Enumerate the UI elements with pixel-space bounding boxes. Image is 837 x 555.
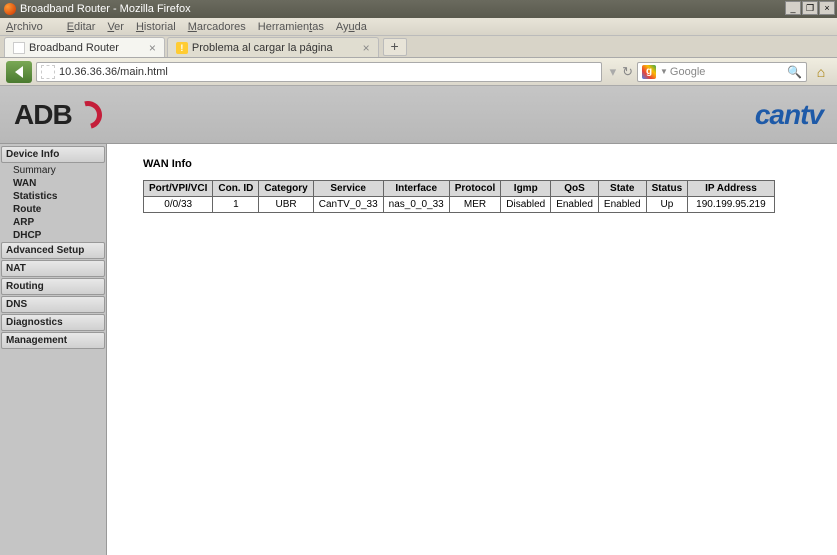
col-header: Interface <box>383 181 449 197</box>
back-button[interactable] <box>6 61 32 83</box>
content-pane: WAN Info Port/VPI/VCICon. IDCategoryServ… <box>106 144 837 555</box>
nav-header-dns[interactable]: DNS <box>1 296 105 313</box>
tab-label: Problema al cargar la página <box>192 42 333 54</box>
cell: 1 <box>213 197 259 213</box>
cell: MER <box>449 197 501 213</box>
dropdown-icon[interactable]: ▼ <box>660 67 668 76</box>
table-row: 0/0/331UBRCanTV_0_33nas_0_0_33MERDisable… <box>144 197 775 213</box>
tab-broadband-router[interactable]: Broadband Router × <box>4 37 165 57</box>
nav-header-device-info[interactable]: Device Info <box>1 146 105 163</box>
wan-info-table: Port/VPI/VCICon. IDCategoryServiceInterf… <box>143 180 775 213</box>
adb-logo: ADB <box>14 99 102 131</box>
swoosh-icon <box>69 95 107 133</box>
nav-header-management[interactable]: Management <box>1 332 105 349</box>
tab-problema[interactable]: ! Problema al cargar la página × <box>167 37 379 57</box>
tab-close-icon[interactable]: × <box>363 41 370 55</box>
nav-sub-dhcp[interactable]: DHCP <box>1 229 105 242</box>
menu-marcadores[interactable]: Marcadores <box>188 21 246 33</box>
page-title: WAN Info <box>143 158 827 170</box>
cell: Enabled <box>598 197 646 213</box>
warning-icon: ! <box>176 42 188 54</box>
nav-header-diagnostics[interactable]: Diagnostics <box>1 314 105 331</box>
tab-favicon <box>13 42 25 54</box>
cell: Up <box>646 197 688 213</box>
menu-ayuda[interactable]: Ayuda <box>336 21 367 33</box>
stop-icon[interactable]: ▾ <box>610 64 617 80</box>
col-header: Service <box>313 181 383 197</box>
banner: ADB cantv <box>0 86 837 144</box>
navbar: 10.36.36.36/main.html ▾ ↻ ▼ Google 🔍 ⌂ <box>0 58 837 86</box>
tabstrip: Broadband Router × ! Problema al cargar … <box>0 36 837 58</box>
nav-sub-wan[interactable]: WAN <box>1 177 105 190</box>
menu-editar[interactable]: Editar <box>67 21 96 33</box>
menu-historial[interactable]: Historial <box>136 21 176 33</box>
col-header: Con. ID <box>213 181 259 197</box>
minimize-button[interactable]: _ <box>785 1 801 15</box>
col-header: IP Address <box>688 181 775 197</box>
cell: 0/0/33 <box>144 197 213 213</box>
url-input[interactable]: 10.36.36.36/main.html <box>36 62 602 82</box>
nav-sub-route[interactable]: Route <box>1 203 105 216</box>
menu-ver[interactable]: Ver <box>107 21 124 33</box>
sidebar: Device InfoSummaryWANStatisticsRouteARPD… <box>0 144 106 555</box>
nav-sub-summary[interactable]: Summary <box>1 164 105 177</box>
menu-herramientas[interactable]: Herramientas <box>258 21 324 33</box>
nav-sub-arp[interactable]: ARP <box>1 216 105 229</box>
menu-archivo[interactable]: Archivo <box>6 21 55 33</box>
tab-label: Broadband Router <box>29 42 119 54</box>
firefox-icon <box>4 3 16 15</box>
cell: UBR <box>259 197 313 213</box>
cell: CanTV_0_33 <box>313 197 383 213</box>
window-title: Broadband Router - Mozilla Firefox <box>20 3 191 15</box>
col-header: QoS <box>551 181 599 197</box>
close-button[interactable]: × <box>819 1 835 15</box>
menubar: Archivo Editar Ver Historial Marcadores … <box>0 18 837 36</box>
maximize-button[interactable]: ❐ <box>802 1 818 15</box>
cell: 190.199.95.219 <box>688 197 775 213</box>
col-header: Port/VPI/VCI <box>144 181 213 197</box>
col-header: Igmp <box>501 181 551 197</box>
site-favicon <box>41 65 55 79</box>
col-header: State <box>598 181 646 197</box>
col-header: Category <box>259 181 313 197</box>
search-placeholder: Google <box>670 66 705 78</box>
nav-header-nat[interactable]: NAT <box>1 260 105 277</box>
nav-sub-statistics[interactable]: Statistics <box>1 190 105 203</box>
reload-icon[interactable]: ↻ <box>622 64 633 80</box>
cell: Disabled <box>501 197 551 213</box>
tab-close-icon[interactable]: × <box>149 41 156 55</box>
col-header: Status <box>646 181 688 197</box>
nav-header-routing[interactable]: Routing <box>1 278 105 295</box>
nav-header-advanced-setup[interactable]: Advanced Setup <box>1 242 105 259</box>
new-tab-button[interactable]: + <box>383 38 407 56</box>
col-header: Protocol <box>449 181 501 197</box>
url-text: 10.36.36.36/main.html <box>59 66 168 78</box>
cell: nas_0_0_33 <box>383 197 449 213</box>
home-button[interactable]: ⌂ <box>811 62 831 82</box>
search-go-icon[interactable]: 🔍 <box>787 65 802 79</box>
cell: Enabled <box>551 197 599 213</box>
cantv-logo: cantv <box>755 99 823 131</box>
google-icon <box>642 65 656 79</box>
search-input[interactable]: ▼ Google 🔍 <box>637 62 807 82</box>
